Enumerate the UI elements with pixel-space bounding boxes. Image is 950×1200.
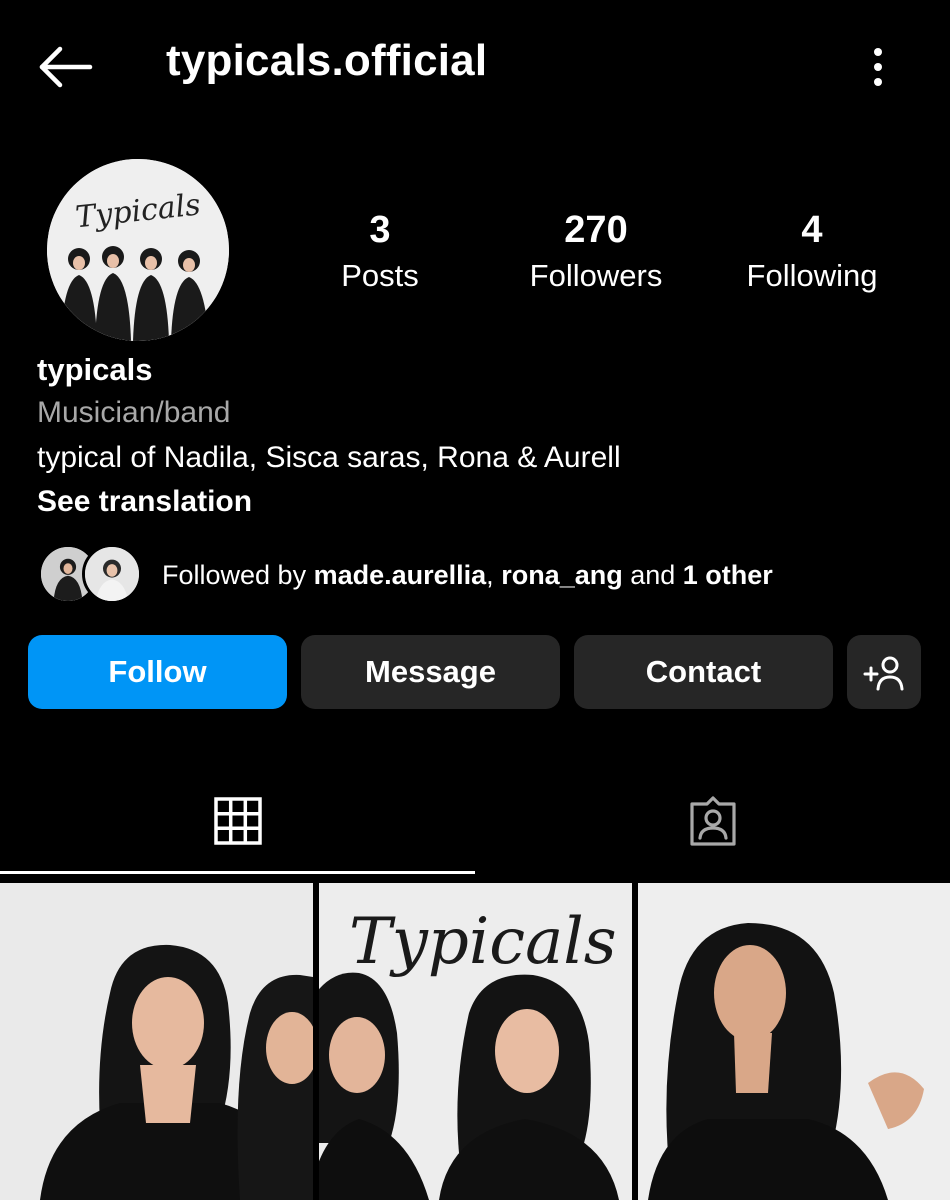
following-count: 4 (801, 209, 823, 251)
top-bar: typicals.official (0, 0, 950, 135)
tagged-person-icon (689, 796, 736, 846)
post-thumbnail[interactable]: Typicals (319, 883, 632, 1200)
followers-label: Followers (529, 258, 663, 293)
tab-tagged[interactable] (475, 765, 950, 877)
posts-grid: Typicals (0, 880, 950, 1200)
avatar-image: Typicals (47, 159, 229, 341)
followed-by-text: Followed by made.aurellia, rona_ang and … (162, 560, 773, 591)
tab-posts-grid[interactable] (0, 765, 475, 877)
contact-button[interactable]: Contact (574, 635, 833, 709)
back-button[interactable] (36, 44, 94, 90)
profile-avatar[interactable]: Typicals (47, 159, 229, 341)
followed-by-prefix: Followed by (162, 560, 314, 590)
post-banner-text: Typicals (349, 905, 617, 979)
followed-by-others[interactable]: 1 other (683, 560, 773, 590)
more-vertical-icon-dot (874, 48, 882, 56)
stat-followers[interactable]: 270 Followers (496, 208, 696, 296)
followed-by-and: and (622, 560, 683, 590)
add-user-icon (863, 656, 904, 691)
add-user-button[interactable] (847, 635, 921, 709)
followed-by-user[interactable]: made.aurellia (314, 560, 487, 590)
more-options-button[interactable] (858, 44, 898, 90)
followed-by-row[interactable]: Followed by made.aurellia, rona_ang and … (38, 544, 918, 606)
followed-by-separator: , (486, 560, 502, 590)
follow-button[interactable]: Follow (28, 635, 287, 709)
profile-name: typicals (37, 352, 153, 387)
more-vertical-icon-dot (874, 63, 882, 71)
stat-posts[interactable]: 3 Posts (280, 208, 480, 296)
profile-category: Musician/band (37, 396, 231, 429)
followed-by-user[interactable]: rona_ang (501, 560, 623, 590)
posts-label: Posts (341, 258, 419, 293)
active-tab-indicator (0, 871, 475, 874)
profile-tabs (0, 765, 950, 877)
followers-count: 270 (564, 209, 628, 251)
posts-count: 3 (369, 209, 391, 251)
message-button[interactable]: Message (301, 635, 560, 709)
follower-avatar (82, 544, 142, 604)
following-label: Following (746, 258, 878, 293)
more-vertical-icon-dot (874, 78, 882, 86)
post-thumbnail[interactable] (0, 883, 313, 1200)
arrow-left-icon (39, 46, 93, 88)
profile-bio: typical of Nadila, Sisca saras, Rona & A… (37, 441, 621, 474)
page-title: typicals.official (166, 36, 488, 85)
grid-icon (213, 797, 262, 845)
see-translation-link[interactable]: See translation (37, 485, 252, 519)
post-thumbnail[interactable] (638, 883, 950, 1200)
stat-following[interactable]: 4 Following (712, 208, 912, 296)
